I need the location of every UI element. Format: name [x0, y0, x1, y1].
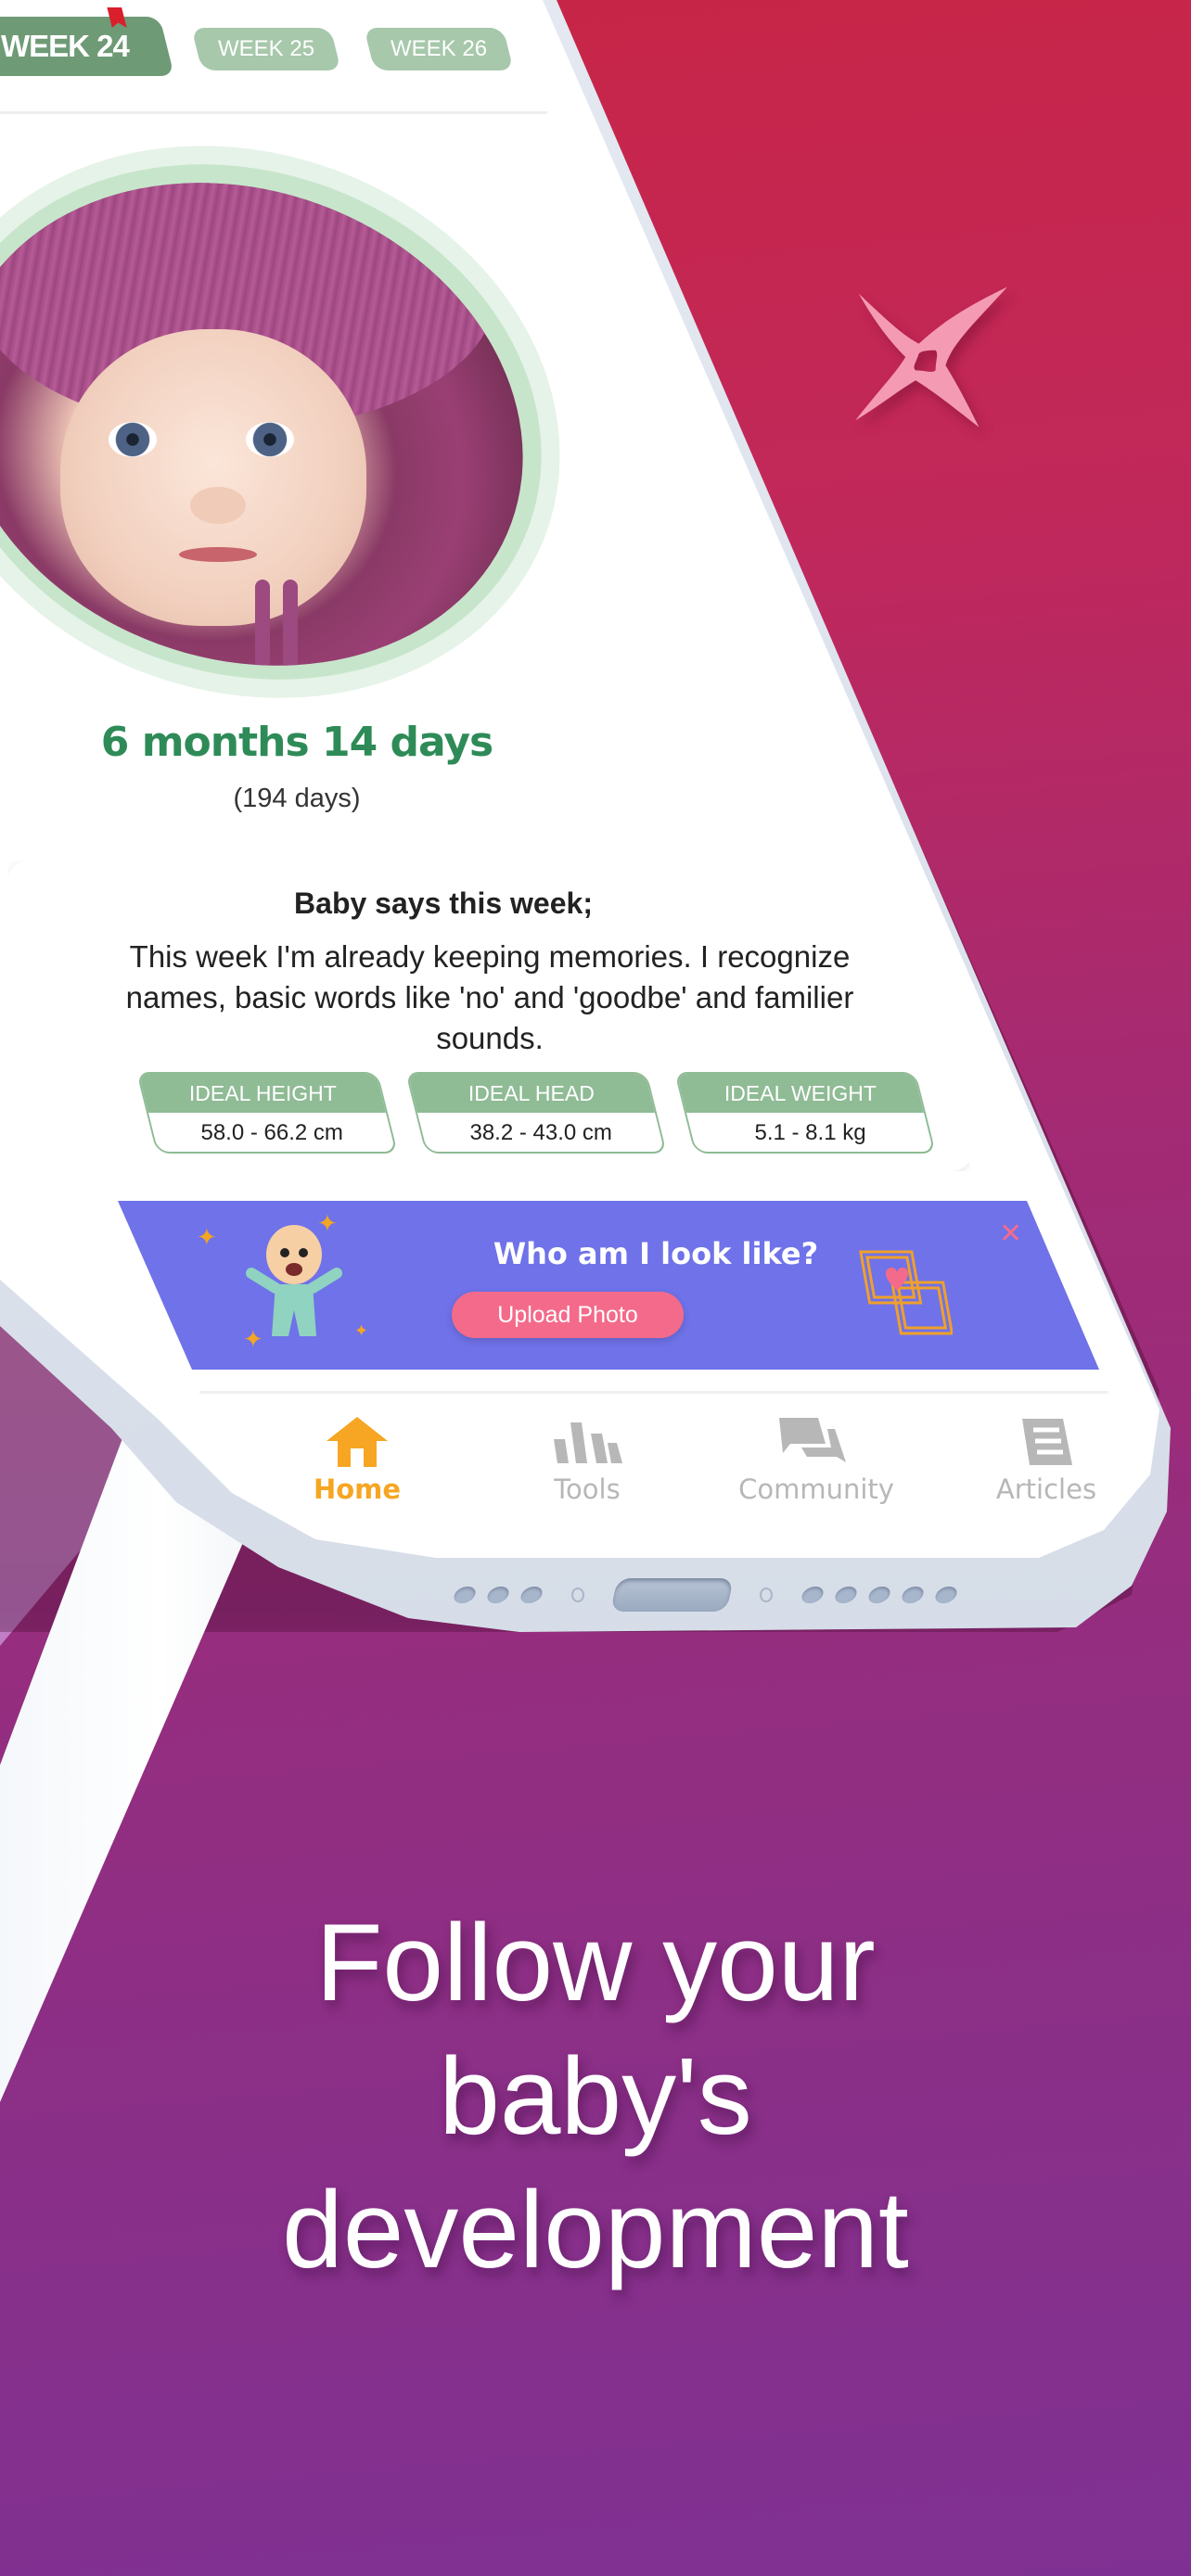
- look-alike-banner[interactable]: ✦ ✦ ✦ ✦ Who am I look like? Upload Photo…: [118, 1201, 1099, 1370]
- metric-label: IDEAL HEAD: [467, 1080, 595, 1105]
- tab-week-25[interactable]: WEEK 25: [191, 28, 341, 70]
- card-text: This week I'm already keeping memories. …: [125, 939, 854, 1055]
- home-icon: [327, 1417, 388, 1467]
- baby-age-days: (194 days): [233, 784, 361, 813]
- nav-articles[interactable]: Articles: [963, 1414, 1130, 1505]
- screw-icon: [760, 1588, 773, 1602]
- eye: [108, 422, 157, 457]
- bar-chart-icon: [554, 1422, 622, 1463]
- nose: [189, 487, 246, 524]
- nav-label: Tools: [554, 1473, 621, 1505]
- nav-home[interactable]: Home: [274, 1414, 441, 1505]
- card-title: Baby says this week;: [294, 886, 593, 920]
- chat-bubbles-icon: [779, 1418, 846, 1462]
- promo-headline: Follow your baby's development: [0, 1896, 1191, 2297]
- close-icon[interactable]: ✕: [999, 1218, 1022, 1250]
- headline-line: Follow your: [315, 1902, 876, 2024]
- metric-label: IDEAL WEIGHT: [724, 1080, 877, 1105]
- speaker-hole: [932, 1587, 960, 1603]
- headline-line: baby's: [439, 2035, 752, 2158]
- screw-icon: [571, 1588, 584, 1602]
- nav-label: Articles: [995, 1473, 1097, 1505]
- tab-week-26[interactable]: WEEK 26: [364, 28, 514, 70]
- phone-mockup: WEEK 24 WEEK 25 WEEK 26 6 months 14 days…: [0, 0, 1191, 1651]
- nav-tools[interactable]: Tools: [504, 1414, 671, 1505]
- hat-string: [282, 580, 298, 709]
- speaker-hole: [484, 1587, 512, 1603]
- divider: [0, 111, 547, 114]
- baby-illustration-icon: [246, 1225, 342, 1336]
- metric-label: IDEAL HEIGHT: [188, 1080, 337, 1105]
- sparkle-icon: ✦: [197, 1224, 217, 1252]
- tab-label: WEEK 26: [390, 36, 488, 61]
- tab-label: WEEK 24: [1, 29, 129, 63]
- phone-bottom-ports: [451, 1575, 1104, 1615]
- nav-label: Home: [313, 1473, 402, 1505]
- eye: [246, 422, 294, 457]
- nav-label: Community: [738, 1473, 894, 1505]
- baby-says-card: Baby says this week; This week I'm alrea…: [7, 861, 972, 1171]
- speaker-hole: [799, 1587, 826, 1603]
- nav-community[interactable]: Community: [733, 1414, 900, 1505]
- speaker-hole: [832, 1587, 860, 1603]
- document-icon: [1022, 1419, 1072, 1465]
- tab-label: WEEK 25: [217, 36, 315, 61]
- banner-title: Who am I look like?: [493, 1236, 819, 1271]
- photo-frames-icon: [859, 1250, 953, 1335]
- upload-photo-button[interactable]: Upload Photo: [452, 1292, 684, 1338]
- speaker-hole: [899, 1587, 927, 1603]
- tab-week-24[interactable]: WEEK 24: [0, 17, 174, 76]
- baby-face: [59, 329, 366, 626]
- baby-photo-image: [0, 153, 529, 709]
- ideal-weight-badge: IDEAL WEIGHT 5.1 - 8.1 kg: [674, 1072, 936, 1154]
- metric-value: 38.2 - 43.0 cm: [469, 1120, 613, 1145]
- metric-value: 58.0 - 66.2 cm: [200, 1120, 344, 1145]
- mouth: [178, 547, 257, 562]
- speaker-hole: [451, 1587, 479, 1603]
- nav-divider: [199, 1391, 1108, 1394]
- speaker-hole: [865, 1587, 893, 1603]
- charging-port: [610, 1578, 734, 1612]
- headline-line: development: [282, 2169, 909, 2291]
- ideal-height-badge: IDEAL HEIGHT 58.0 - 66.2 cm: [136, 1072, 398, 1154]
- baby-age: 6 months 14 days: [100, 719, 493, 766]
- speaker-hole: [518, 1587, 545, 1603]
- sparkle-icon: ✦: [354, 1321, 369, 1341]
- metric-value: 5.1 - 8.1 kg: [754, 1120, 866, 1145]
- ideal-head-badge: IDEAL HEAD 38.2 - 43.0 cm: [405, 1072, 667, 1154]
